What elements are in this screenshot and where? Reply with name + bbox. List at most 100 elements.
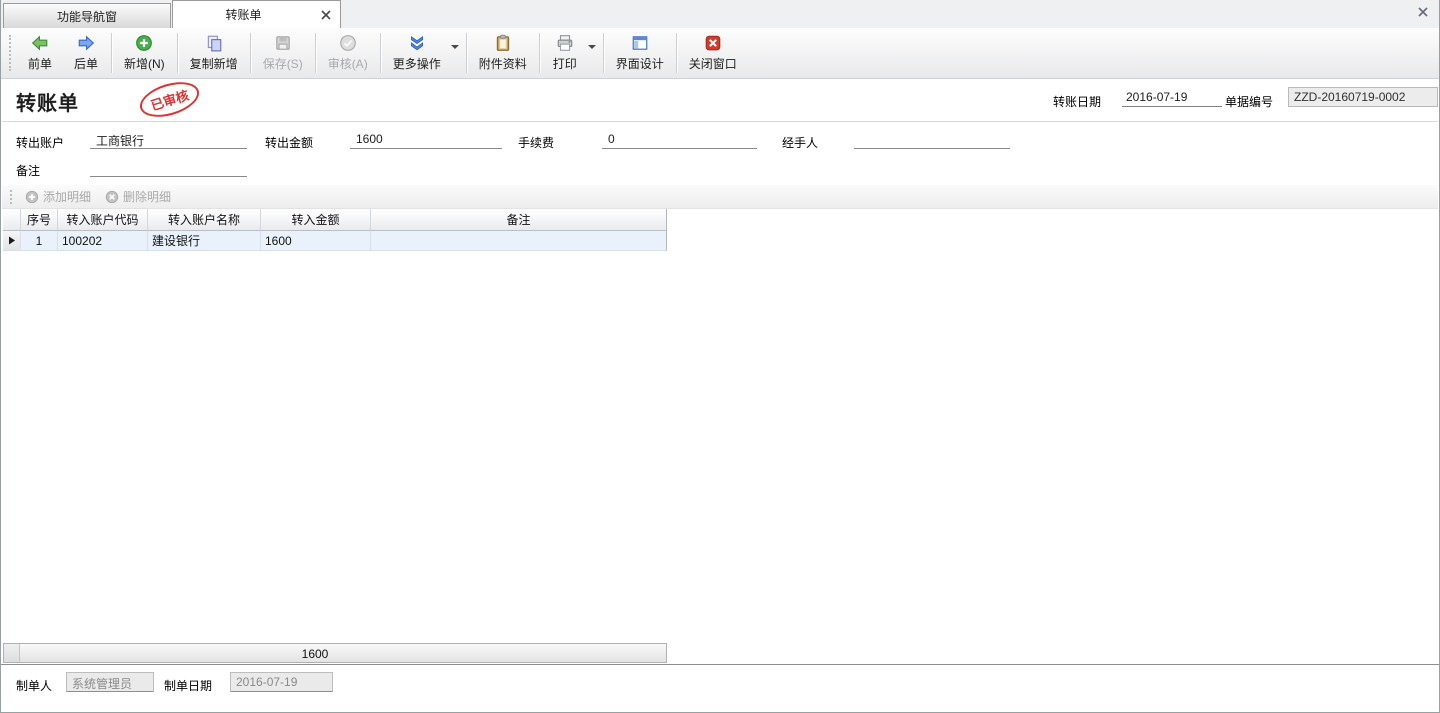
grid-header-amount[interactable]: 转入金额 xyxy=(261,209,371,231)
add-detail-label: 添加明细 xyxy=(43,188,91,205)
main-toolbar: 前单 后单 新增(N) 复制新增 xyxy=(1,28,1439,79)
remove-detail-label: 删除明细 xyxy=(123,188,171,205)
grid-header-seq[interactable]: 序号 xyxy=(21,209,58,231)
add-circle-icon xyxy=(25,190,39,204)
tab-transfer-doc-label: 转账单 xyxy=(225,6,261,23)
next-doc-label: 后单 xyxy=(74,55,98,72)
maker-field: 系统管理员 xyxy=(66,672,154,692)
grid-header-selector xyxy=(3,209,21,231)
cell-account-code[interactable]: 100202 xyxy=(58,231,148,251)
toolbar-separator xyxy=(539,33,540,73)
close-window-label: 关闭窗口 xyxy=(689,55,737,72)
audit-check-icon xyxy=(339,34,357,52)
current-row-indicator-icon xyxy=(8,236,16,245)
fee-label: 手续费 xyxy=(518,134,554,151)
summary-selector-stub xyxy=(4,644,20,662)
toolbar-grip[interactable] xyxy=(9,35,13,71)
attachments-label: 附件资料 xyxy=(479,55,527,72)
detail-toolbar: 添加明细 删除明细 xyxy=(2,185,1438,209)
audit-label: 审核(A) xyxy=(328,55,368,72)
handler-label: 经手人 xyxy=(782,134,818,151)
transfer-date-field[interactable]: 2016-07-19 xyxy=(1122,88,1222,107)
maker-label: 制单人 xyxy=(16,677,52,694)
attachments-button[interactable]: 附件资料 xyxy=(469,28,537,78)
remove-detail-button[interactable]: 删除明细 xyxy=(98,188,178,205)
window-layout-icon xyxy=(631,34,649,52)
grid-header-remark[interactable]: 备注 xyxy=(371,209,667,231)
out-amount-field[interactable]: 1600 xyxy=(350,129,502,149)
print-dropdown[interactable] xyxy=(588,28,601,78)
fee-field[interactable]: 0 xyxy=(602,129,757,149)
out-account-field[interactable]: 工商银行 xyxy=(90,129,247,149)
tab-navigation[interactable]: 功能导航窗 xyxy=(3,3,171,28)
save-button[interactable]: 保存(S) xyxy=(253,28,313,78)
more-operations-dropdown[interactable] xyxy=(451,28,464,78)
cell-remark[interactable] xyxy=(371,231,667,251)
toolbar-separator xyxy=(676,33,677,73)
detail-grid: 序号 转入账户代码 转入账户名称 转入金额 备注 1 100202 建设银行 1… xyxy=(3,209,667,251)
tab-strip: 功能导航窗 转账单 xyxy=(1,0,1439,28)
ui-design-button[interactable]: 界面设计 xyxy=(606,28,674,78)
prev-doc-button[interactable]: 前单 xyxy=(17,28,63,78)
grid-header-account-code[interactable]: 转入账户代码 xyxy=(58,209,148,231)
toolbar-separator xyxy=(250,33,251,73)
window-close-icon[interactable] xyxy=(1416,5,1430,19)
copy-new-button[interactable]: 复制新增 xyxy=(180,28,248,78)
plus-circle-icon xyxy=(135,34,153,52)
footer-bar: 制单人 系统管理员 制单日期 2016-07-19 xyxy=(2,665,1438,712)
out-amount-label: 转出金额 xyxy=(265,134,313,151)
toolbar-separator xyxy=(177,33,178,73)
audit-button[interactable]: 审核(A) xyxy=(318,28,378,78)
add-detail-button[interactable]: 添加明细 xyxy=(18,188,98,205)
cell-amount[interactable]: 1600 xyxy=(261,231,371,251)
tab-close-icon[interactable] xyxy=(320,9,332,21)
out-account-label: 转出账户 xyxy=(16,134,64,151)
doc-number-field: ZZD-20160719-0002 xyxy=(1288,87,1438,107)
new-label: 新增(N) xyxy=(124,55,165,72)
doc-number-label: 单据编号 xyxy=(1225,93,1273,110)
transfer-date-label: 转账日期 xyxy=(1053,93,1101,110)
handler-field[interactable] xyxy=(854,129,1010,149)
clipboard-icon xyxy=(494,34,512,52)
print-button[interactable]: 打印 xyxy=(542,28,588,78)
arrow-left-icon xyxy=(31,34,49,52)
app-window: 功能导航窗 转账单 前单 后单 xyxy=(0,0,1440,713)
detail-toolbar-grip[interactable] xyxy=(10,190,14,204)
toolbar-separator xyxy=(466,33,467,73)
caret-down-icon xyxy=(588,45,596,49)
grid-summary-bar: 1600 xyxy=(3,643,667,663)
toolbar-separator xyxy=(111,33,112,73)
grid-header-row: 序号 转入账户代码 转入账户名称 转入金额 备注 xyxy=(3,209,667,231)
make-date-label: 制单日期 xyxy=(164,677,212,694)
save-icon xyxy=(274,34,292,52)
more-operations-button[interactable]: 更多操作 xyxy=(383,28,451,78)
audited-stamp: 已审核 xyxy=(136,76,203,123)
page-title: 转账单 xyxy=(16,87,79,116)
toolbar-separator xyxy=(380,33,381,73)
row-selector-cell[interactable] xyxy=(3,231,21,251)
toolbar-separator xyxy=(603,33,604,73)
prev-doc-label: 前单 xyxy=(28,55,52,72)
grid-header-account-name[interactable]: 转入账户名称 xyxy=(148,209,261,231)
remove-circle-icon xyxy=(105,190,119,204)
new-button[interactable]: 新增(N) xyxy=(114,28,175,78)
make-date-field: 2016-07-19 xyxy=(230,672,333,692)
ui-design-label: 界面设计 xyxy=(616,55,664,72)
table-row[interactable]: 1 100202 建设银行 1600 xyxy=(3,231,667,251)
next-doc-button[interactable]: 后单 xyxy=(63,28,109,78)
cell-seq[interactable]: 1 xyxy=(21,231,58,251)
close-box-icon xyxy=(704,34,722,52)
copy-new-label: 复制新增 xyxy=(190,55,238,72)
toolbar-separator xyxy=(315,33,316,73)
caret-down-icon xyxy=(451,45,459,49)
form-area: 转出账户 工商银行 转出金额 1600 手续费 0 经手人 备注 xyxy=(2,123,1438,185)
close-window-button[interactable]: 关闭窗口 xyxy=(679,28,747,78)
cell-account-name[interactable]: 建设银行 xyxy=(148,231,261,251)
remark-field[interactable] xyxy=(90,157,247,177)
amount-total: 1600 xyxy=(260,647,370,661)
tab-transfer-doc[interactable]: 转账单 xyxy=(172,0,341,28)
tab-navigation-label: 功能导航窗 xyxy=(57,8,117,25)
double-chevron-down-icon xyxy=(408,34,426,52)
more-operations-label: 更多操作 xyxy=(393,55,441,72)
copy-icon xyxy=(205,34,223,52)
